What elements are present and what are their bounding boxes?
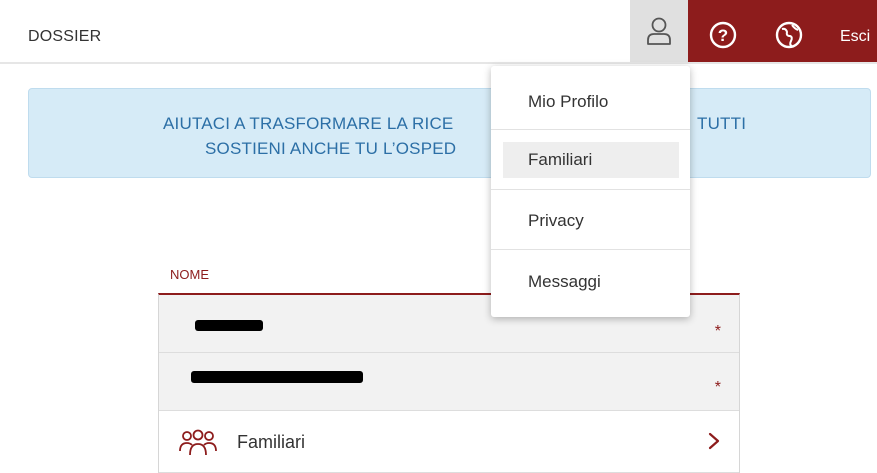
family-members-label: Familiari [237, 432, 306, 452]
banner-line-2-text: SOSTIENI ANCHE TU L’OSPED [205, 139, 457, 158]
redacted-value [191, 371, 363, 383]
banner-line-1-text: AIUTACI A TRASFORMARE LA RICE [163, 114, 454, 133]
name-form: * * Familiari [158, 293, 740, 473]
menu-item-label: Messaggi [528, 272, 601, 291]
user-icon [647, 17, 671, 45]
menu-item-label: Familiari [528, 150, 593, 169]
name-field-label: NOME [170, 267, 209, 282]
user-dropdown-menu: Mio Profilo Familiari Privacy Messaggi [491, 66, 690, 317]
menu-item-label: Privacy [528, 211, 584, 230]
help-icon[interactable]: ? [708, 20, 738, 50]
user-menu-button[interactable] [630, 0, 688, 62]
required-marker: * [714, 323, 721, 340]
menu-item-privacy[interactable]: Privacy [491, 190, 690, 250]
top-bar: DOSSIER ? Esci [0, 0, 877, 64]
last-name-field[interactable]: * [159, 353, 739, 411]
logout-button[interactable]: Esci [840, 28, 870, 46]
menu-item-messages[interactable]: Messaggi [491, 250, 690, 317]
required-marker: * [714, 379, 721, 396]
banner-line-1-tail: TUTTI [697, 114, 747, 133]
svg-text:?: ? [718, 26, 728, 45]
menu-item-family[interactable]: Familiari [491, 130, 690, 190]
language-icon[interactable] [774, 20, 804, 50]
family-members-row[interactable]: Familiari [159, 411, 739, 473]
family-icon [179, 429, 217, 456]
chevron-right-icon [708, 432, 720, 450]
redacted-value [195, 320, 263, 331]
info-banner[interactable]: AIUTACI A TRASFORMARE LA RICE TUTTI SOST… [28, 88, 871, 178]
app-title: DOSSIER [28, 28, 102, 45]
menu-item-my-profile[interactable]: Mio Profilo [491, 66, 690, 130]
menu-item-label: Mio Profilo [528, 92, 609, 111]
